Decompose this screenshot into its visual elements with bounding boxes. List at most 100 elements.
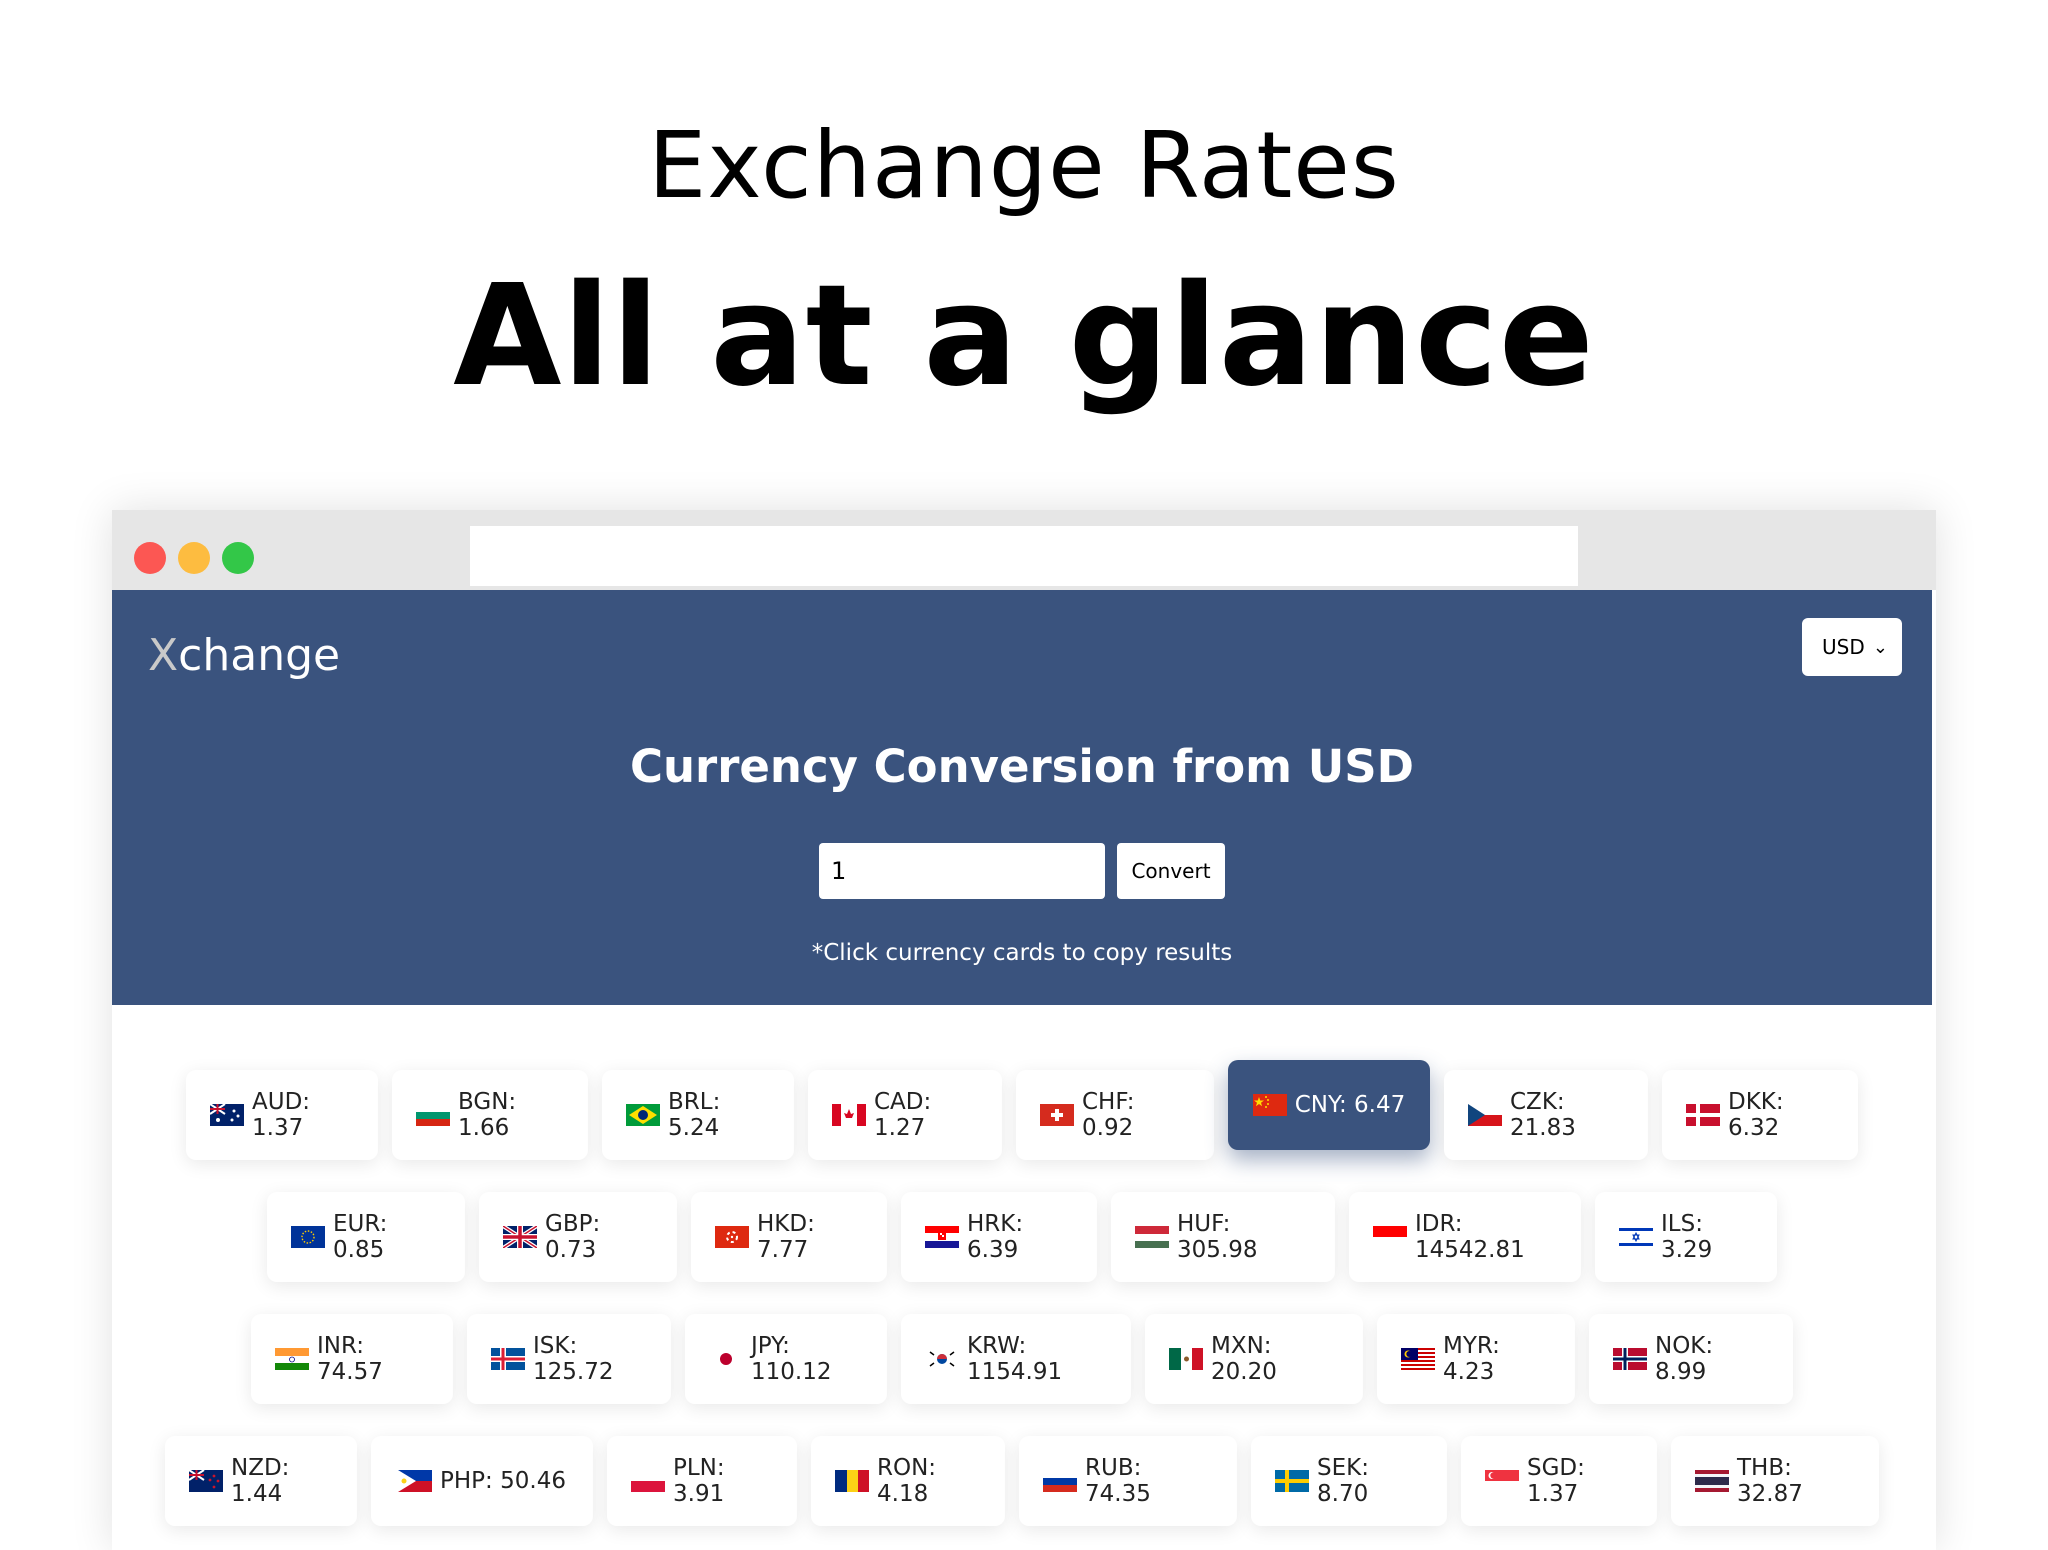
currency-card-mxn[interactable]: MXN: 20.20 [1145,1314,1363,1404]
jp-flag-icon [709,1348,743,1370]
currency-card-sgd[interactable]: SGD: 1.37 [1461,1436,1657,1526]
il-flag-icon [1619,1226,1653,1248]
convert-button[interactable]: Convert [1117,843,1225,899]
copy-hint: *Click currency cards to copy results [811,940,1233,966]
chevron-down-icon: ⌄ [1872,636,1888,658]
card-label: CNY: 6.47 [1294,1092,1406,1118]
card-label: INR: 74.57 [317,1333,383,1385]
currency-card-idr[interactable]: IDR: 14542.81 [1349,1192,1581,1282]
id-flag-icon [1373,1226,1407,1248]
card-label: RUB: 74.35 [1085,1455,1151,1507]
ph-flag-icon [398,1470,433,1492]
card-label: CZK: 21.83 [1510,1089,1576,1141]
currency-card-hrk[interactable]: HRK: 6.39 [901,1192,1097,1282]
card-label: MXN: 20.20 [1211,1333,1277,1385]
card-label: GBP: 0.73 [545,1211,601,1263]
card-label: MYR: 4.23 [1443,1333,1500,1385]
card-label: HRK: 6.39 [967,1211,1024,1263]
sg-flag-icon [1485,1470,1519,1492]
hero-subtitle: All at a glance [453,255,1595,418]
conversion-title: Currency Conversion from USD [629,740,1415,793]
card-label: AUD: 1.37 [252,1089,311,1141]
maximize-window-button[interactable] [222,542,254,574]
browser-chrome [112,510,1936,590]
card-label: CHF: 0.92 [1082,1089,1135,1141]
card-label: SGD: 1.37 [1527,1455,1585,1507]
logo-text: change [178,630,341,681]
amount-input[interactable]: 1 [819,843,1105,899]
card-label: CAD: 1.27 [874,1089,932,1141]
currency-card-myr[interactable]: MYR: 4.23 [1377,1314,1575,1404]
currency-card-thb[interactable]: THB: 32.87 [1671,1436,1879,1526]
card-row-2: EUR: 0.85 GBP: 0.73 HKD: 7.77 HRK: 6.39 … [112,1192,1932,1282]
currency-card-bgn[interactable]: BGN: 1.66 [392,1070,588,1160]
minimize-window-button[interactable] [178,542,210,574]
au-flag-icon [210,1104,244,1126]
currency-card-hkd[interactable]: HKD: 7.77 [691,1192,887,1282]
currency-card-cad[interactable]: CAD: 1.27 [808,1070,1002,1160]
card-label: HUF: 305.98 [1177,1211,1258,1263]
currency-card-cny[interactable]: CNY: 6.47 [1228,1060,1430,1150]
card-label: DKK: 6.32 [1728,1089,1784,1141]
currency-card-nzd[interactable]: NZD: 1.44 [165,1436,357,1526]
card-label: ISK: 125.72 [533,1333,614,1385]
se-flag-icon [1275,1470,1309,1492]
logo-x: X [148,630,179,681]
mx-flag-icon [1169,1348,1203,1370]
pl-flag-icon [631,1470,665,1492]
gb-flag-icon [503,1226,537,1248]
card-label: NOK: 8.99 [1655,1333,1714,1385]
hk-flag-icon [715,1226,749,1248]
currency-card-krw[interactable]: KRW: 1154.91 [901,1314,1131,1404]
address-bar[interactable] [470,526,1578,586]
currency-card-inr[interactable]: INR: 74.57 [251,1314,453,1404]
dk-flag-icon [1686,1104,1720,1126]
card-label: PLN: 3.91 [673,1455,725,1507]
currency-card-huf[interactable]: HUF: 305.98 [1111,1192,1335,1282]
hr-flag-icon [925,1226,959,1248]
currency-card-ron[interactable]: RON: 4.18 [811,1436,1005,1526]
close-window-button[interactable] [134,542,166,574]
card-label: ILS: 3.29 [1661,1211,1713,1263]
base-currency-select[interactable]: USD ⌄ [1802,618,1902,676]
is-flag-icon [491,1348,525,1370]
currency-card-czk[interactable]: CZK: 21.83 [1444,1070,1648,1160]
currency-card-php[interactable]: PHP: 50.46 [371,1436,593,1526]
hero-title: Exchange Rates [648,112,1400,219]
currency-card-isk[interactable]: ISK: 125.72 [467,1314,671,1404]
card-label: BRL: 5.24 [668,1089,721,1141]
card-label: EUR: 0.85 [333,1211,388,1263]
in-flag-icon [275,1348,309,1370]
card-label: NZD: 1.44 [231,1455,290,1507]
cn-flag-icon [1252,1094,1287,1116]
card-row-4: NZD: 1.44 PHP: 50.46 PLN: 3.91 RON: 4.18… [112,1436,1932,1526]
currency-card-dkk[interactable]: DKK: 6.32 [1662,1070,1858,1160]
currency-card-jpy[interactable]: JPY: 110.12 [685,1314,887,1404]
nz-flag-icon [189,1470,223,1492]
currency-card-nok[interactable]: NOK: 8.99 [1589,1314,1793,1404]
currency-card-gbp[interactable]: GBP: 0.73 [479,1192,677,1282]
card-label: PHP: 50.46 [440,1468,566,1494]
currency-card-brl[interactable]: BRL: 5.24 [602,1070,794,1160]
card-row-1: AUD: 1.37 BGN: 1.66 BRL: 5.24 CAD: 1.27 … [112,1060,1932,1160]
browser-window: Xchange USD ⌄ Currency Conversion from U… [112,510,1936,1550]
currency-card-chf[interactable]: CHF: 0.92 [1016,1070,1214,1160]
ru-flag-icon [1043,1470,1077,1492]
card-label: KRW: 1154.91 [967,1333,1063,1385]
currency-card-rub[interactable]: RUB: 74.35 [1019,1436,1237,1526]
currency-card-ils[interactable]: ILS: 3.29 [1595,1192,1777,1282]
th-flag-icon [1695,1470,1729,1492]
bg-flag-icon [416,1104,450,1126]
card-label: HKD: 7.77 [757,1211,815,1263]
card-label: BGN: 1.66 [458,1089,517,1141]
currency-card-eur[interactable]: EUR: 0.85 [267,1192,465,1282]
currency-card-pln[interactable]: PLN: 3.91 [607,1436,797,1526]
card-label: THB: 32.87 [1737,1455,1803,1507]
hu-flag-icon [1135,1226,1169,1248]
currency-card-sek[interactable]: SEK: 8.70 [1251,1436,1447,1526]
app-logo[interactable]: Xchange [148,630,340,681]
no-flag-icon [1613,1348,1647,1370]
card-label: IDR: 14542.81 [1415,1211,1525,1263]
currency-card-aud[interactable]: AUD: 1.37 [186,1070,378,1160]
ch-flag-icon [1040,1104,1074,1126]
